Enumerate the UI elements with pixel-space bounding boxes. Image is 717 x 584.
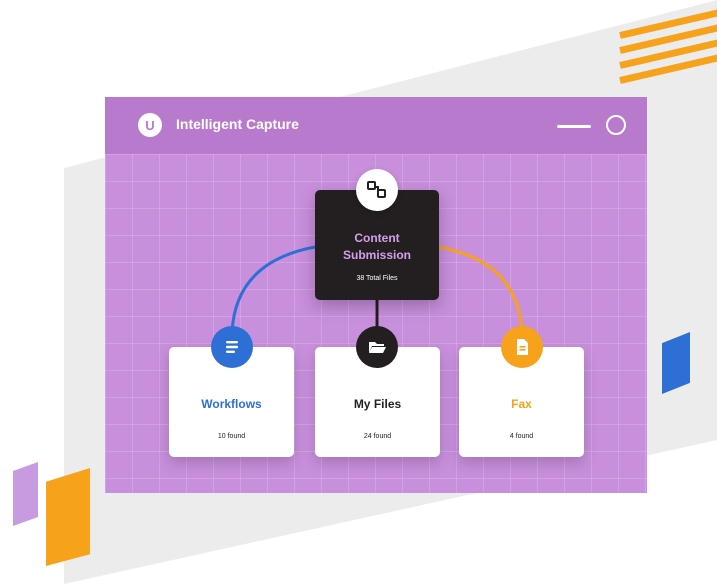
total-files-count: 38 Total Files [356, 275, 398, 282]
folder-icon [356, 326, 398, 368]
connector-workflows [230, 245, 316, 334]
blocks-icon [356, 169, 398, 211]
decor-purple-shape [13, 462, 38, 526]
decor-orange-shape [46, 468, 90, 566]
connector-fax [438, 245, 524, 334]
workflows-count: 10 found [217, 433, 246, 440]
fax-title: Fax [511, 397, 532, 411]
document-icon [501, 326, 543, 368]
app-window: U Intelligent Capture Content Submission… [105, 97, 647, 493]
list-icon [211, 326, 253, 368]
my-files-count: 24 found [363, 433, 392, 440]
workflows-title: Workflows [201, 397, 262, 411]
fax-count: 4 found [509, 433, 534, 440]
my-files-title: My Files [353, 397, 402, 411]
content-submission-title: Content Submission [342, 231, 411, 262]
